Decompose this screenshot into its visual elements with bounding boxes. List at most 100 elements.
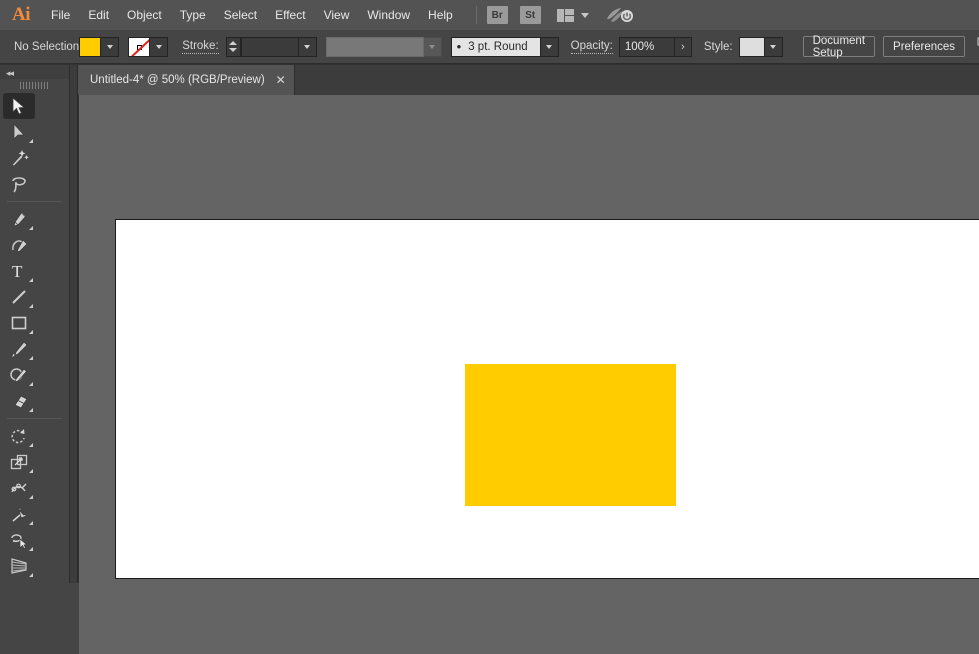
lasso-tool[interactable] <box>3 171 35 197</box>
menu-item-object[interactable]: Object <box>118 0 171 30</box>
menu-item-file[interactable]: File <box>42 0 79 30</box>
menu-item-type[interactable]: Type <box>171 0 215 30</box>
brush-definition-control[interactable]: • 3 pt. Round <box>451 37 559 57</box>
tool-flyout-indicator[interactable] <box>29 469 33 473</box>
tool-flyout-indicator[interactable] <box>29 139 33 143</box>
menu-bar: Ai File Edit Object Type Select Effect V… <box>0 0 979 30</box>
bridge-button[interactable]: Br <box>487 6 508 24</box>
tool-flyout-indicator[interactable] <box>29 408 33 412</box>
tool-flyout-indicator[interactable] <box>29 304 33 308</box>
tool-flyout-indicator[interactable] <box>29 278 33 282</box>
chevron-down-icon <box>546 45 552 49</box>
menu-item-effect[interactable]: Effect <box>266 0 314 30</box>
rectangle-tool[interactable] <box>3 310 35 336</box>
tool-flyout-indicator[interactable] <box>29 382 33 386</box>
stroke-weight-label[interactable]: Stroke: <box>182 40 218 54</box>
style-label: Style: <box>704 41 733 53</box>
fill-dropdown-button[interactable] <box>101 37 119 57</box>
tool-flyout-indicator[interactable] <box>29 547 33 551</box>
pen-tool[interactable] <box>3 206 35 232</box>
fill-swatch[interactable] <box>79 37 101 57</box>
stroke-weight-input[interactable] <box>241 37 299 57</box>
tools-panel-footer <box>0 583 79 654</box>
stroke-swatch[interactable] <box>128 37 150 57</box>
curvature-tool[interactable] <box>3 232 35 258</box>
tool-flyout-indicator[interactable] <box>29 356 33 360</box>
chevron-down-icon <box>770 45 776 49</box>
preferences-button[interactable]: Preferences <box>883 36 965 57</box>
fill-color-control[interactable] <box>79 37 119 57</box>
close-icon[interactable]: ✕ <box>276 74 286 86</box>
shape-builder-tool[interactable] <box>3 527 35 553</box>
yellow-rectangle[interactable] <box>465 364 676 506</box>
control-bar: No Selection Stroke: • 3 <box>0 30 979 64</box>
stroke-weight-stepper[interactable] <box>226 37 241 57</box>
graphic-style-swatch[interactable] <box>739 37 765 57</box>
tools-divider <box>7 418 62 419</box>
brush-definition-label: 3 pt. Round <box>468 41 527 53</box>
stroke-color-control[interactable] <box>128 37 168 57</box>
stroke-weight-control[interactable] <box>226 37 317 57</box>
menu-item-help[interactable]: Help <box>419 0 462 30</box>
menu-item-window[interactable]: Window <box>358 0 419 30</box>
tools-divider <box>7 201 62 202</box>
tool-flyout-indicator[interactable] <box>29 573 33 577</box>
document-tab[interactable]: Untitled-4* @ 50% (RGB/Preview) ✕ <box>78 65 295 95</box>
workspace-switcher-icon[interactable] <box>557 9 589 22</box>
direct-selection-tool[interactable] <box>3 119 35 145</box>
chevron-down-icon <box>304 45 310 49</box>
document-tab-title: Untitled-4* @ 50% (RGB/Preview) <box>90 74 265 86</box>
menu-item-select[interactable]: Select <box>215 0 266 30</box>
tools-panel-edge <box>70 65 78 654</box>
brush-definition-value[interactable]: • 3 pt. Round <box>451 37 541 57</box>
tool-flyout-indicator[interactable] <box>29 443 33 447</box>
tool-flyout-indicator[interactable] <box>29 495 33 499</box>
magic-wand-tool[interactable] <box>3 145 35 171</box>
line-segment-tool[interactable] <box>3 284 35 310</box>
rotate-tool[interactable] <box>3 423 35 449</box>
variable-width-profile-input[interactable] <box>326 37 424 57</box>
document-setup-button[interactable]: Document Setup <box>803 36 875 57</box>
opacity-control[interactable]: 100% › <box>619 37 692 57</box>
eraser-tool[interactable] <box>3 388 35 414</box>
scale-tool[interactable] <box>3 449 35 475</box>
stock-button[interactable]: St <box>520 6 541 24</box>
stepper-up-icon[interactable] <box>229 41 237 45</box>
tool-flyout-indicator[interactable] <box>29 330 33 334</box>
tool-flyout-indicator[interactable] <box>29 521 33 525</box>
perspective-grid-tool[interactable] <box>3 553 35 579</box>
stroke-dropdown-button[interactable] <box>150 37 168 57</box>
graphic-style-control[interactable] <box>739 37 783 57</box>
canvas-area[interactable] <box>79 95 979 654</box>
artboard[interactable] <box>115 219 979 579</box>
opacity-label[interactable]: Opacity: <box>571 40 613 54</box>
tool-flyout-indicator[interactable] <box>29 226 33 230</box>
opacity-panel-button[interactable]: › <box>675 37 692 57</box>
tools-panel: ◂◂ <box>0 65 70 654</box>
menu-item-edit[interactable]: Edit <box>79 0 118 30</box>
chevron-down-icon <box>156 45 162 49</box>
stroke-weight-dropdown[interactable] <box>299 37 317 57</box>
chevron-down-icon[interactable] <box>581 13 589 18</box>
document-tab-bar: Untitled-4* @ 50% (RGB/Preview) ✕ <box>78 65 979 95</box>
type-tool[interactable]: T <box>3 258 35 284</box>
tools-panel-grip[interactable] <box>0 79 69 91</box>
paintbrush-tool[interactable] <box>3 336 35 362</box>
selection-tool[interactable] <box>3 93 35 119</box>
tools-grid: T <box>0 91 69 654</box>
free-transform-tool[interactable] <box>3 501 35 527</box>
menu-item-view[interactable]: View <box>315 0 359 30</box>
width-tool[interactable] <box>3 475 35 501</box>
opacity-input[interactable]: 100% <box>619 37 675 57</box>
cloud-sync-icon[interactable] <box>605 5 635 25</box>
shaper-tool[interactable] <box>3 362 35 388</box>
variable-width-profile-dropdown[interactable] <box>424 37 442 57</box>
tools-panel-header: ◂◂ <box>0 65 69 79</box>
collapse-panel-icon[interactable]: ◂◂ <box>6 68 13 79</box>
stepper-down-icon[interactable] <box>229 48 237 52</box>
graphic-style-dropdown[interactable] <box>765 37 783 57</box>
chevron-down-icon <box>107 45 113 49</box>
brush-definition-dropdown[interactable] <box>541 37 559 57</box>
svg-text:T: T <box>12 262 23 280</box>
variable-width-profile-control[interactable] <box>326 37 442 57</box>
